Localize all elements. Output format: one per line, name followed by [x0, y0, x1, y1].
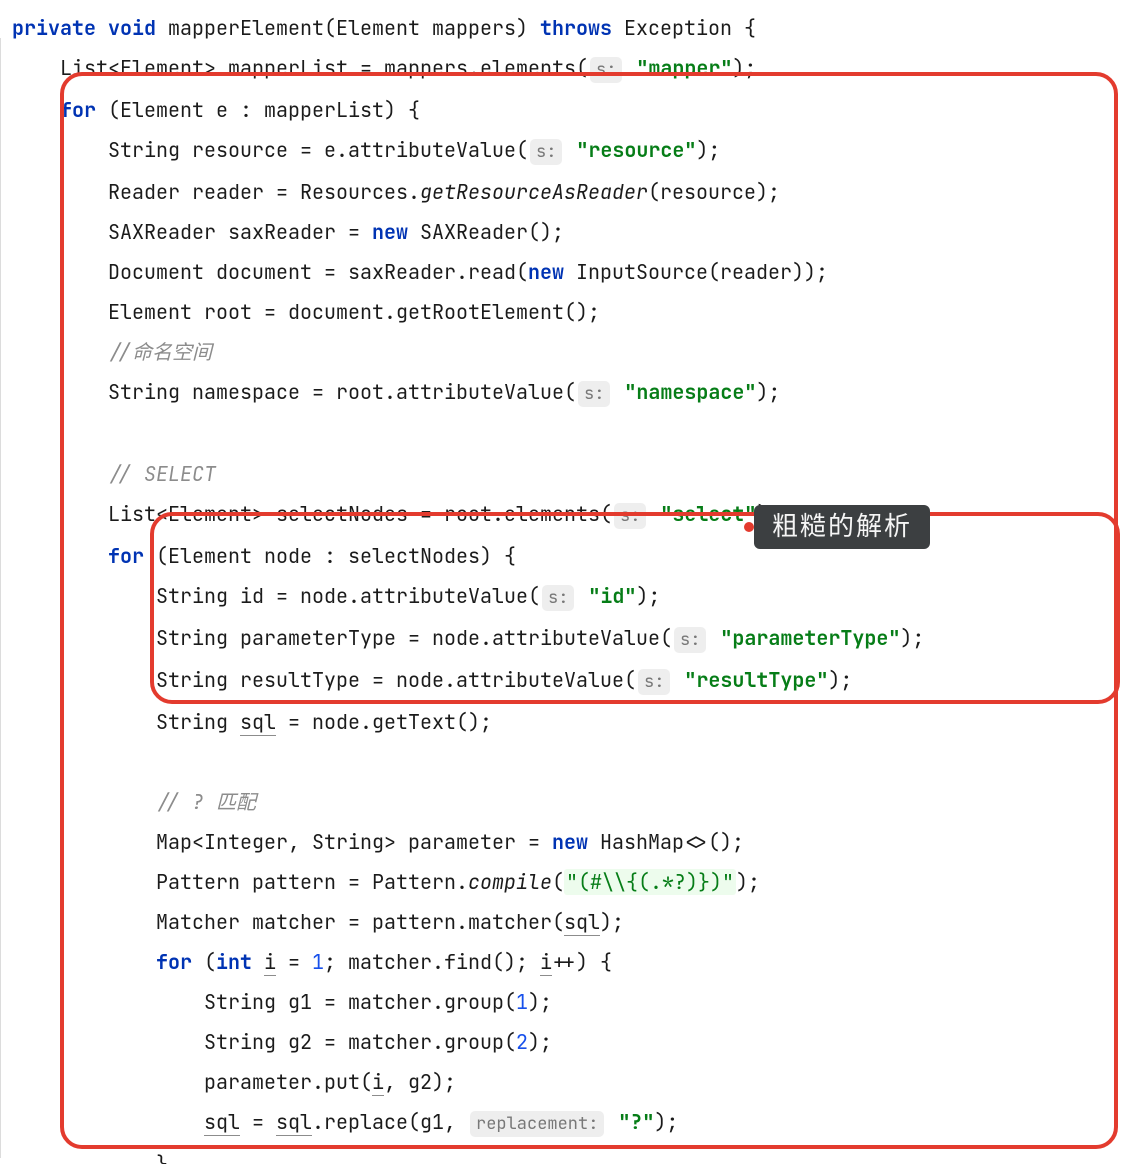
line-parametertype: String parameterType = node.attributeVal…	[156, 625, 924, 651]
exception: Exception	[624, 15, 732, 41]
line-mapperlist: List<Element> mapperList = mappers.eleme…	[60, 55, 756, 81]
line-pattern: Pattern pattern = Pattern.compile("(#\\{…	[156, 869, 760, 895]
line-map: Map<Integer, String> parameter = new Has…	[156, 829, 744, 855]
line-namespace: String namespace = root.attributeValue(s…	[108, 379, 780, 405]
line-resulttype: String resultType = node.attributeValue(…	[156, 667, 852, 693]
line-replace: sql = sql.replace(g1, replacement: "?");	[204, 1109, 678, 1135]
line-root: Element root = document.getRootElement()…	[108, 299, 600, 325]
kw-private: private	[12, 15, 96, 41]
kw-throws: throws	[540, 15, 612, 41]
param-hint: s:	[674, 627, 706, 653]
comment-match: // ? 匹配	[156, 789, 256, 815]
param-hint: s:	[542, 585, 574, 611]
for-head: (Element e : mapperList) {	[96, 97, 420, 123]
line-saxreader: SAXReader saxReader = new SAXReader();	[108, 219, 564, 245]
line-resource: String resource = e.attributeValue(s: "r…	[108, 137, 720, 163]
kw-void: void	[108, 15, 156, 41]
code-editor[interactable]: private void mapperElement(Element mappe…	[0, 0, 1130, 1164]
param-hint: s:	[530, 139, 562, 165]
kw-for: for	[60, 97, 96, 123]
line-selectnodes: List<Element> selectNodes = root.element…	[108, 501, 780, 527]
param-hint: replacement:	[470, 1111, 604, 1137]
line-document: Document document = saxReader.read(new I…	[108, 259, 828, 285]
for-node-head: (Element node : selectNodes) {	[144, 543, 516, 569]
line-reader: Reader reader = Resources.getResourceAsR…	[108, 179, 780, 205]
param-hint: s:	[638, 669, 670, 695]
param-hint: s:	[578, 381, 610, 407]
param-name: mappers	[432, 15, 516, 41]
brace-close: }	[156, 1151, 168, 1164]
line-matcher: Matcher matcher = pattern.matcher(sql);	[156, 909, 624, 936]
line-g2: String g2 = matcher.group(2);	[204, 1029, 552, 1055]
comment-select: // SELECT	[108, 461, 216, 487]
param-type: Element	[336, 15, 420, 41]
param-hint: s:	[590, 57, 622, 83]
comment-namespace: //命名空间	[108, 339, 212, 365]
param-hint: s:	[614, 503, 646, 529]
method-name: mapperElement	[168, 15, 324, 41]
kw-for: for	[156, 949, 192, 975]
line-sql: String sql = node.getText();	[156, 709, 492, 736]
line-id: String id = node.attributeValue(s: "id")…	[156, 583, 660, 609]
line-put: parameter.put(i, g2);	[204, 1069, 456, 1096]
kw-for: for	[108, 543, 144, 569]
line-g1: String g1 = matcher.group(1);	[204, 989, 552, 1015]
method-signature: private void mapperElement(Element mappe…	[12, 15, 756, 41]
